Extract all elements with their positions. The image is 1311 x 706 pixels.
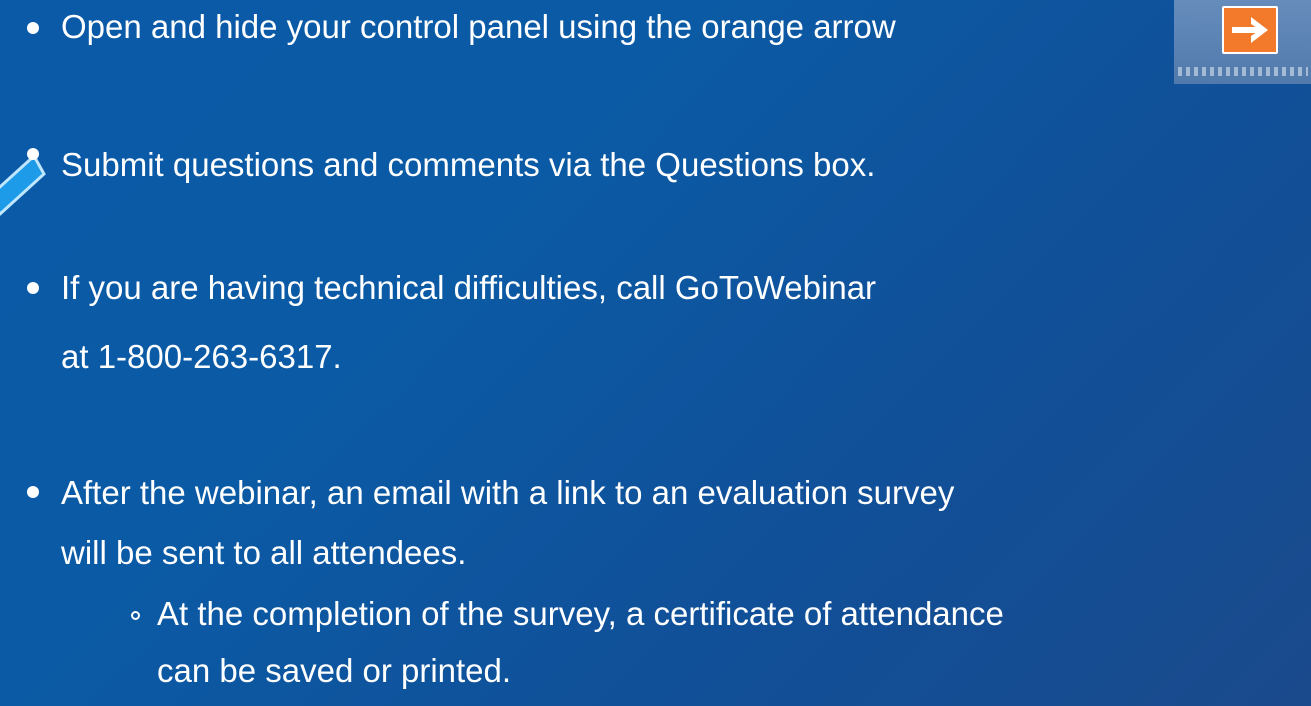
- bullet-marker: [27, 486, 39, 498]
- control-panel-grip: [1178, 67, 1308, 76]
- sub-bullet-certificate-line-1: At the completion of the survey, a certi…: [157, 595, 1004, 632]
- pointer-arrow-icon: [0, 150, 50, 225]
- right-arrow-icon: [1224, 8, 1276, 52]
- bullet-questions: Submit questions and comments via the Qu…: [61, 146, 876, 183]
- slide: Open and hide your control panel using t…: [0, 0, 1311, 706]
- bullet-control-panel: Open and hide your control panel using t…: [61, 8, 896, 45]
- bullet-technical-line-1: If you are having technical difficulties…: [61, 269, 877, 306]
- bullet-survey-line-1: After the webinar, an email with a link …: [61, 474, 955, 511]
- sub-bullet-marker: [131, 611, 140, 620]
- bullet-marker: [27, 282, 39, 294]
- control-panel-toggle-button[interactable]: [1222, 6, 1278, 54]
- sub-bullet-certificate-line-2: can be saved or printed.: [157, 652, 512, 689]
- bullet-marker: [27, 148, 39, 160]
- bullet-marker: [27, 22, 39, 34]
- bullet-survey-line-2: will be sent to all attendees.: [61, 534, 467, 571]
- bullet-technical-line-2: at 1-800-263-6317.: [61, 338, 342, 375]
